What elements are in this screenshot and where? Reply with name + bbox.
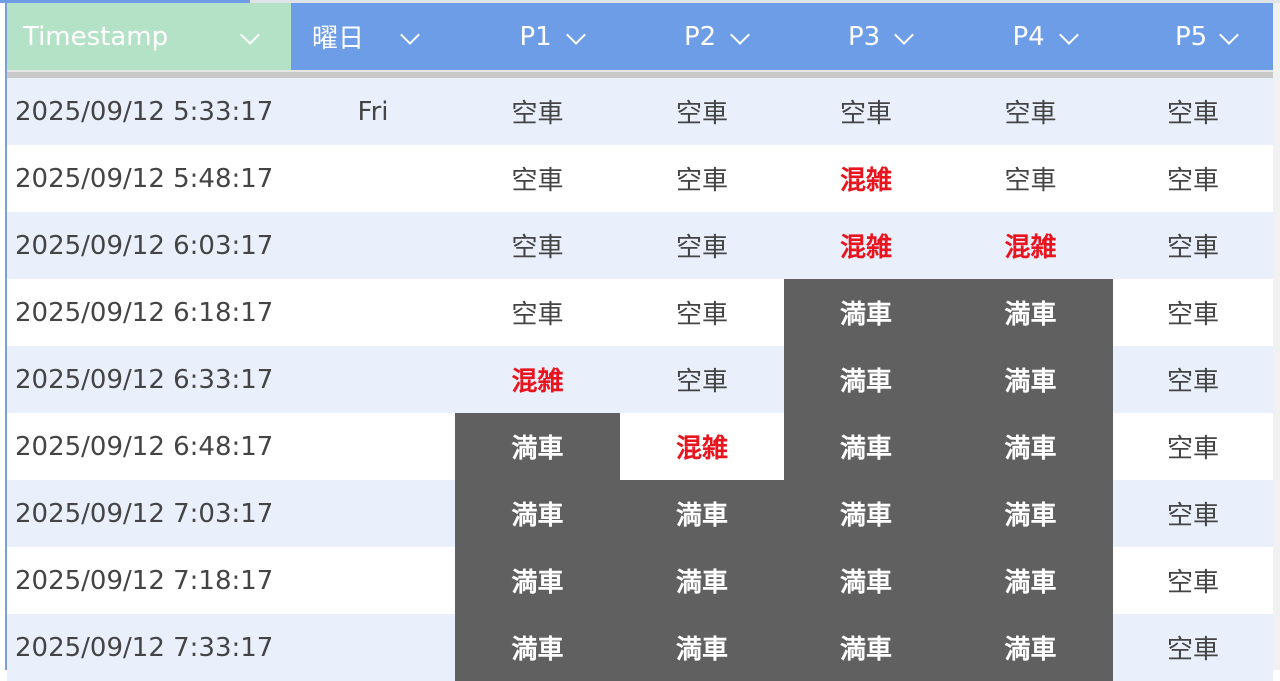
cell-p3[interactable]: 混雑 [784,212,948,279]
cell-p1[interactable]: 満車 [455,480,620,547]
column-header-p2[interactable]: P2 [620,3,784,70]
filter-chevron-down-icon[interactable] [400,24,420,45]
cell-p1[interactable]: 空車 [455,145,620,212]
cell-p5[interactable]: 空車 [1113,145,1273,212]
cell-p4[interactable]: 満車 [948,480,1113,547]
cell-p4[interactable]: 混雑 [948,212,1113,279]
cell-weekday[interactable]: Fri [291,78,455,145]
column-header-label: P3 [848,21,881,52]
cell-p3[interactable]: 満車 [784,413,948,480]
column-header-p3[interactable]: P3 [784,3,948,70]
cell-p1[interactable]: 空車 [455,78,620,145]
table-row: 2025/09/12 7:33:17 満車 満車 満車 満車 空車 [7,614,1273,681]
vertical-scrollbar[interactable] [1273,3,1280,670]
cell-p2[interactable]: 空車 [620,212,784,279]
cell-p5[interactable]: 空車 [1113,346,1273,413]
cell-p4[interactable]: 満車 [948,547,1113,614]
table-row: 2025/09/12 6:18:17 空車 空車 満車 満車 空車 [7,279,1273,346]
filter-chevron-down-icon[interactable] [240,24,260,45]
cell-timestamp[interactable]: 2025/09/12 7:33:17 [7,614,291,681]
cell-p4[interactable]: 空車 [948,145,1113,212]
cell-p1[interactable]: 空車 [455,279,620,346]
cell-p5[interactable]: 空車 [1113,480,1273,547]
cell-p4[interactable]: 満車 [948,614,1113,681]
cell-p1[interactable]: 満車 [455,547,620,614]
filter-chevron-down-icon[interactable] [730,24,750,45]
column-header-label: P2 [684,21,717,52]
column-header-p4[interactable]: P4 [948,3,1113,70]
cell-weekday[interactable] [291,413,455,480]
frozen-row-divider[interactable] [7,70,1273,78]
cell-weekday[interactable] [291,346,455,413]
cell-p3[interactable]: 満車 [784,547,948,614]
cell-p3[interactable]: 空車 [784,78,948,145]
cell-p2[interactable]: 混雑 [620,413,784,480]
cell-p2[interactable]: 満車 [620,480,784,547]
cell-p2[interactable]: 空車 [620,78,784,145]
column-header-label: Timestamp [23,21,169,52]
cell-p5[interactable]: 空車 [1113,212,1273,279]
table-row: 2025/09/12 5:48:17 空車 空車 混雑 空車 空車 [7,145,1273,212]
cell-p2[interactable]: 空車 [620,279,784,346]
cell-timestamp[interactable]: 2025/09/12 5:48:17 [7,145,291,212]
column-header-timestamp[interactable]: Timestamp [7,3,291,70]
cell-weekday[interactable] [291,279,455,346]
column-header-weekday[interactable]: 曜日 [291,3,455,70]
cell-weekday[interactable] [291,614,455,681]
cell-timestamp[interactable]: 2025/09/12 6:33:17 [7,346,291,413]
table-row: 2025/09/12 6:33:17 混雑 空車 満車 満車 空車 [7,346,1273,413]
column-header-label: P5 [1175,21,1208,52]
cell-timestamp[interactable]: 2025/09/12 7:18:17 [7,547,291,614]
cell-p5[interactable]: 空車 [1113,413,1273,480]
cell-timestamp[interactable]: 2025/09/12 6:48:17 [7,413,291,480]
cell-p2[interactable]: 空車 [620,346,784,413]
cell-p5[interactable]: 空車 [1113,614,1273,681]
cell-p1[interactable]: 満車 [455,614,620,681]
cell-p1[interactable]: 混雑 [455,346,620,413]
cell-p3[interactable]: 満車 [784,480,948,547]
table-body: 2025/09/12 5:33:17 Fri 空車 空車 空車 空車 空車 2025/09/1… [7,78,1273,681]
column-header-p1[interactable]: P1 [455,3,620,70]
table-row: 2025/09/12 5:33:17 Fri 空車 空車 空車 空車 空車 [7,78,1273,145]
cell-p3[interactable]: 満車 [784,614,948,681]
filter-chevron-down-icon[interactable] [566,24,586,45]
cell-weekday[interactable] [291,212,455,279]
table-row: 2025/09/12 6:48:17 満車 混雑 満車 満車 空車 [7,413,1273,480]
cell-p4[interactable]: 満車 [948,413,1113,480]
filter-chevron-down-icon[interactable] [1219,24,1239,45]
column-header-label: P4 [1012,21,1045,52]
cell-weekday[interactable] [291,547,455,614]
cell-p4[interactable]: 満車 [948,346,1113,413]
cell-p2[interactable]: 満車 [620,547,784,614]
cell-timestamp[interactable]: 2025/09/12 6:03:17 [7,212,291,279]
column-header-label: 曜日 [312,24,365,54]
spreadsheet: Timestamp 曜日 P1 P2 P3 P4 P5 2025/09/12 5:33:17… [7,3,1273,681]
column-header-p5[interactable]: P5 [1113,3,1273,70]
cell-p3[interactable]: 満車 [784,279,948,346]
cell-timestamp[interactable]: 2025/09/12 6:18:17 [7,279,291,346]
cell-weekday[interactable] [291,145,455,212]
cell-p2[interactable]: 空車 [620,145,784,212]
cell-p4[interactable]: 満車 [948,279,1113,346]
table-row: 2025/09/12 6:03:17 空車 空車 混雑 混雑 空車 [7,212,1273,279]
cell-p5[interactable]: 空車 [1113,279,1273,346]
sheet-left-border [5,3,7,670]
cell-p1[interactable]: 空車 [455,212,620,279]
table-row: 2025/09/12 7:18:17 満車 満車 満車 満車 空車 [7,547,1273,614]
cell-weekday[interactable] [291,480,455,547]
filter-chevron-down-icon[interactable] [894,24,914,45]
filter-chevron-down-icon[interactable] [1059,24,1079,45]
cell-p3[interactable]: 混雑 [784,145,948,212]
table-row: 2025/09/12 7:03:17 満車 満車 満車 満車 空車 [7,480,1273,547]
cell-p2[interactable]: 満車 [620,614,784,681]
cell-timestamp[interactable]: 2025/09/12 7:03:17 [7,480,291,547]
cell-p1[interactable]: 満車 [455,413,620,480]
cell-p4[interactable]: 空車 [948,78,1113,145]
cell-p3[interactable]: 満車 [784,346,948,413]
cell-timestamp[interactable]: 2025/09/12 5:33:17 [7,78,291,145]
cell-p5[interactable]: 空車 [1113,78,1273,145]
column-header-row: Timestamp 曜日 P1 P2 P3 P4 P5 [7,3,1273,70]
cell-p5[interactable]: 空車 [1113,547,1273,614]
column-header-label: P1 [519,21,552,52]
